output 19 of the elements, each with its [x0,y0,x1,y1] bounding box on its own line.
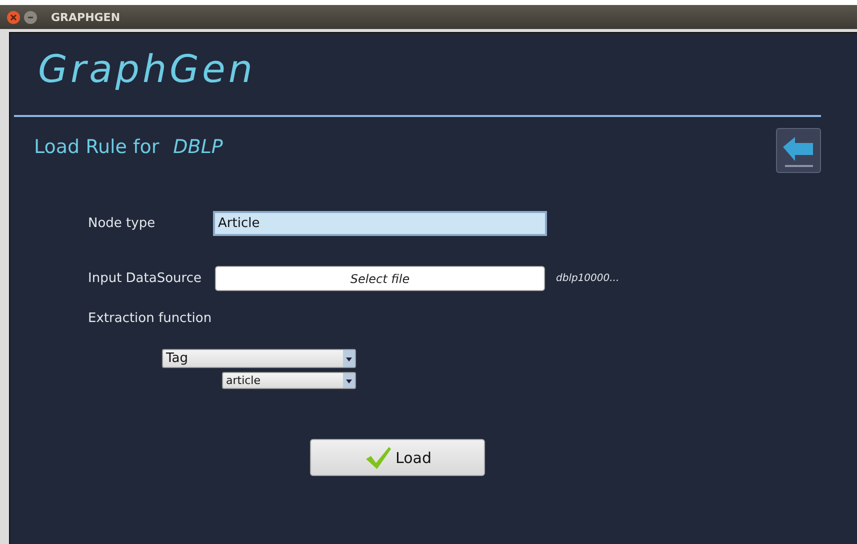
sub-option-dropdown[interactable]: article [222,372,356,389]
minimize-icon[interactable] [24,10,37,24]
node-type-field[interactable]: Article [213,211,547,236]
select-file-button[interactable]: Select file [215,266,545,291]
function-dropdown[interactable]: Tag [162,349,356,368]
app-logo: GraphGen [38,47,256,93]
window-title: GRAPHGEN [51,10,120,24]
dataset-name: DBLP [173,136,223,158]
caret-icon [343,373,355,388]
field-label: Extraction function [88,311,213,326]
caret-icon [343,350,355,367]
back-button[interactable] [776,128,821,173]
page-heading: Load Rule for [34,136,160,158]
checkmark-icon [364,444,392,470]
load-button[interactable]: Load [310,439,485,476]
field-label: Node type [88,216,156,231]
close-icon[interactable] [7,10,20,24]
field-label: Input DataSource [88,271,202,286]
file-name: dblp10000... [556,273,620,284]
